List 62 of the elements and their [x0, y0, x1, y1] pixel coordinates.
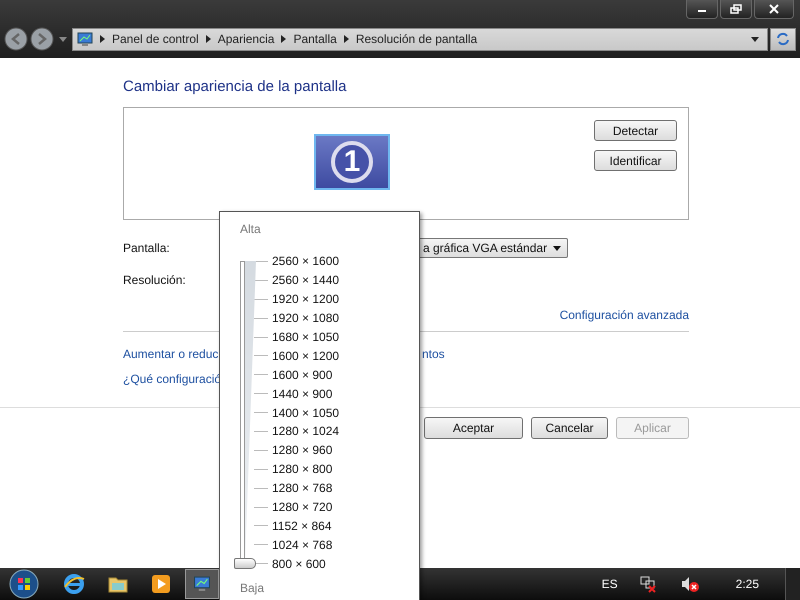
taskbar-app-button[interactable]	[185, 569, 219, 599]
preview-button[interactable]: Detectar	[594, 120, 677, 141]
chevron-icon	[100, 35, 105, 43]
refresh-icon	[776, 32, 790, 46]
resolution-option[interactable]: 1920 × 1200	[272, 292, 340, 306]
clock: 2:25	[736, 577, 759, 591]
page-heading: Cambiar apariencia de la pantalla	[123, 78, 348, 95]
breadcrumb-item[interactable]: Resolución de pantalla	[356, 32, 478, 46]
breadcrumb-item[interactable]: Panel de control	[112, 32, 199, 46]
restore-button[interactable]	[720, 0, 752, 19]
monitor-number: 1	[331, 141, 373, 183]
refresh-button[interactable]	[770, 28, 796, 50]
monitor-tile[interactable]: 1	[314, 134, 390, 190]
advanced-settings-link[interactable]: Configuración avanzada	[560, 308, 689, 322]
muted-speaker-icon[interactable]	[680, 575, 700, 593]
forward-button[interactable]	[30, 27, 54, 51]
play-icon[interactable]	[151, 574, 171, 594]
resolution-option[interactable]: 1024 × 768	[272, 538, 332, 552]
resolution-option[interactable]: 800 × 600	[272, 556, 326, 571]
resolution-option[interactable]: 1280 × 1024	[272, 424, 340, 438]
dialog-button[interactable]: Aceptar	[424, 417, 523, 439]
address-bar[interactable]: Panel de control Apariencia Pantalla Resolución de pantalla	[72, 28, 768, 50]
resolution-option[interactable]: 1280 × 800	[272, 462, 332, 476]
breadcrumb-item[interactable]: Apariencia	[218, 32, 274, 46]
chevron-icon	[281, 35, 286, 43]
dialog-button[interactable]: Cancelar	[531, 417, 608, 439]
resolution-option[interactable]: 1600 × 900	[272, 368, 332, 382]
low-label: Baja	[240, 581, 266, 596]
preview-button[interactable]: Identificar	[594, 150, 677, 171]
resolution-option[interactable]: 1440 × 900	[272, 386, 332, 401]
dropdown-arrow-icon	[553, 246, 562, 250]
slider-thumb[interactable]	[234, 558, 256, 570]
resolution-option[interactable]: 2560 × 1440	[272, 273, 340, 288]
resolution-option[interactable]: 1280 × 720	[272, 500, 332, 514]
field-label: Resolución:	[123, 273, 187, 287]
start-button[interactable]	[7, 569, 41, 599]
resolution-option[interactable]: 1152 × 864	[272, 518, 332, 533]
breadcrumb-item[interactable]: Pantalla	[293, 32, 337, 46]
resolution-option[interactable]: 1280 × 960	[272, 443, 332, 458]
history-dropdown-icon[interactable]	[59, 36, 67, 42]
monitor-icon	[193, 576, 211, 592]
back-button[interactable]	[4, 27, 28, 51]
resolution-option[interactable]: 1280 × 768	[272, 481, 332, 496]
resolution-option[interactable]: 1680 × 1050	[272, 330, 340, 344]
field-label: Pantalla:	[123, 241, 171, 255]
minimize-button[interactable]	[686, 0, 718, 19]
restore-icon	[730, 4, 742, 14]
resolution-option[interactable]: 1600 × 1200	[272, 348, 340, 363]
help-link[interactable]: ntos	[422, 346, 445, 360]
language-indicator[interactable]: ES	[602, 577, 618, 591]
chevron-icon	[206, 35, 211, 43]
browser-e-icon[interactable]	[63, 573, 85, 595]
network-icon[interactable]	[638, 575, 658, 593]
close-button[interactable]	[754, 0, 794, 19]
resolution-option[interactable]: 1920 × 1080	[272, 311, 340, 326]
monitor-icon	[77, 32, 93, 46]
close-icon	[768, 4, 780, 14]
chevron-icon	[344, 35, 349, 43]
resolution-option[interactable]: 1400 × 1050	[272, 406, 340, 420]
resolution-option[interactable]: 2560 × 1600	[272, 254, 340, 268]
dropdown-arrow-icon[interactable]	[751, 36, 759, 42]
high-label: Alta	[240, 222, 262, 236]
